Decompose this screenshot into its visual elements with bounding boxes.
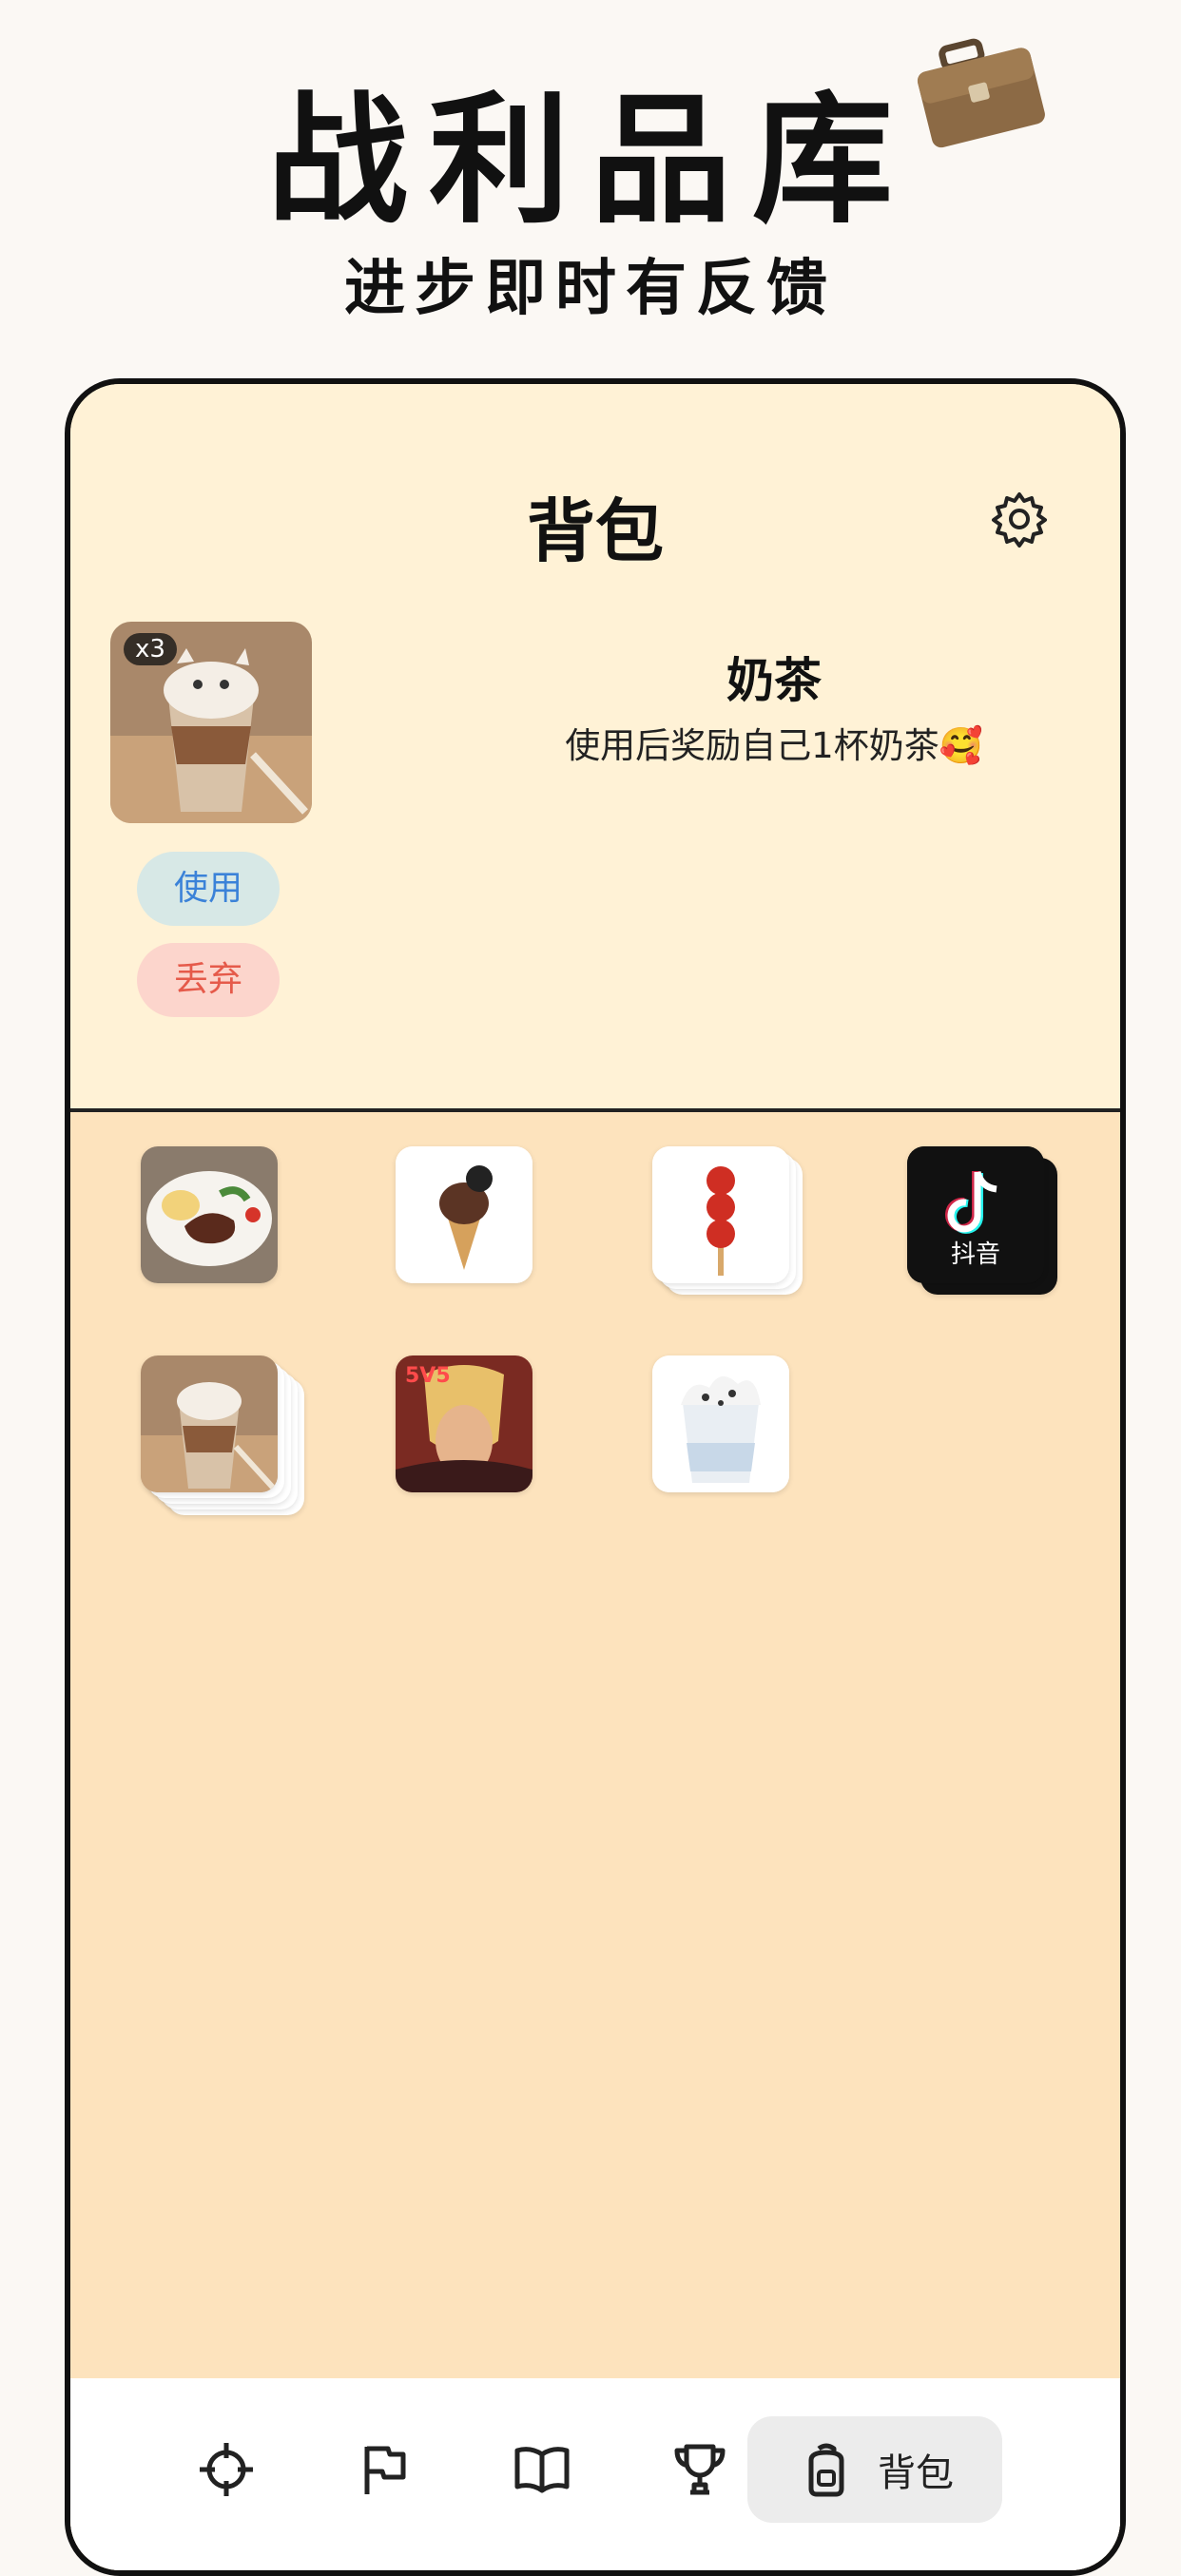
backpack-icon [808,2443,844,2497]
tab-backpack-label: 背包 [878,2451,954,2495]
tab-flag[interactable] [331,2416,437,2523]
discard-button[interactable]: 丢弃 [137,943,280,1017]
briefcase-icon [917,38,1045,148]
douyin-label: 抖音 [951,1240,1000,1269]
candied-haws-image [652,1146,789,1283]
game-badge: 5V5 [405,1364,451,1388]
inventory-item-candied-haws[interactable] [652,1146,803,1295]
selected-item-panel: 背包 x3 奶茶 使用后奖励自己1杯奶茶🥰 使用 丢弃 [70,384,1120,1108]
page-title: 背包 [526,491,664,571]
trophy-icon [674,2444,726,2495]
inventory-item-mcflurry[interactable] [652,1355,789,1492]
bottom-tab-bar: 背包 [70,2378,1120,2570]
target-icon [200,2443,253,2496]
item-description: 使用后奖励自己1杯奶茶🥰 [565,725,983,766]
tab-trophy[interactable] [647,2416,753,2523]
item-name: 奶茶 [726,653,822,708]
inventory-item-ice-cream[interactable] [396,1146,532,1283]
inventory-item-douyin[interactable]: 抖音 [907,1146,1057,1295]
ice-cream-cone-image [396,1146,532,1283]
steak-image [141,1146,278,1283]
flag-icon [364,2446,406,2494]
tab-backpack[interactable]: 背包 [747,2416,1002,2523]
inventory-grid: 抖音 5V5 [70,1112,1120,2570]
mcflurry-image [652,1355,789,1492]
tab-book[interactable] [489,2416,595,2523]
milk-tea-image [141,1355,278,1492]
game-hero-image: 5V5 [396,1355,532,1492]
inventory-item-game[interactable]: 5V5 [396,1355,532,1492]
phone-screen: 背包 x3 奶茶 使用后奖励自己1杯奶茶🥰 使用 丢弃 抖音 5V5 背包 [65,378,1126,2576]
inventory-item-milk-tea[interactable] [141,1355,304,1515]
use-button[interactable]: 使用 [137,852,280,926]
gear-icon[interactable] [989,489,1050,549]
selected-item-image: x3 [110,622,312,823]
douyin-app-icon: 抖音 [907,1146,1044,1283]
tab-goals[interactable] [173,2416,280,2523]
quantity-badge: x3 [124,633,177,665]
book-icon [514,2447,570,2493]
promo-subtitle: 进步即时有反馈 [344,254,837,324]
inventory-item-steak[interactable] [141,1146,278,1283]
